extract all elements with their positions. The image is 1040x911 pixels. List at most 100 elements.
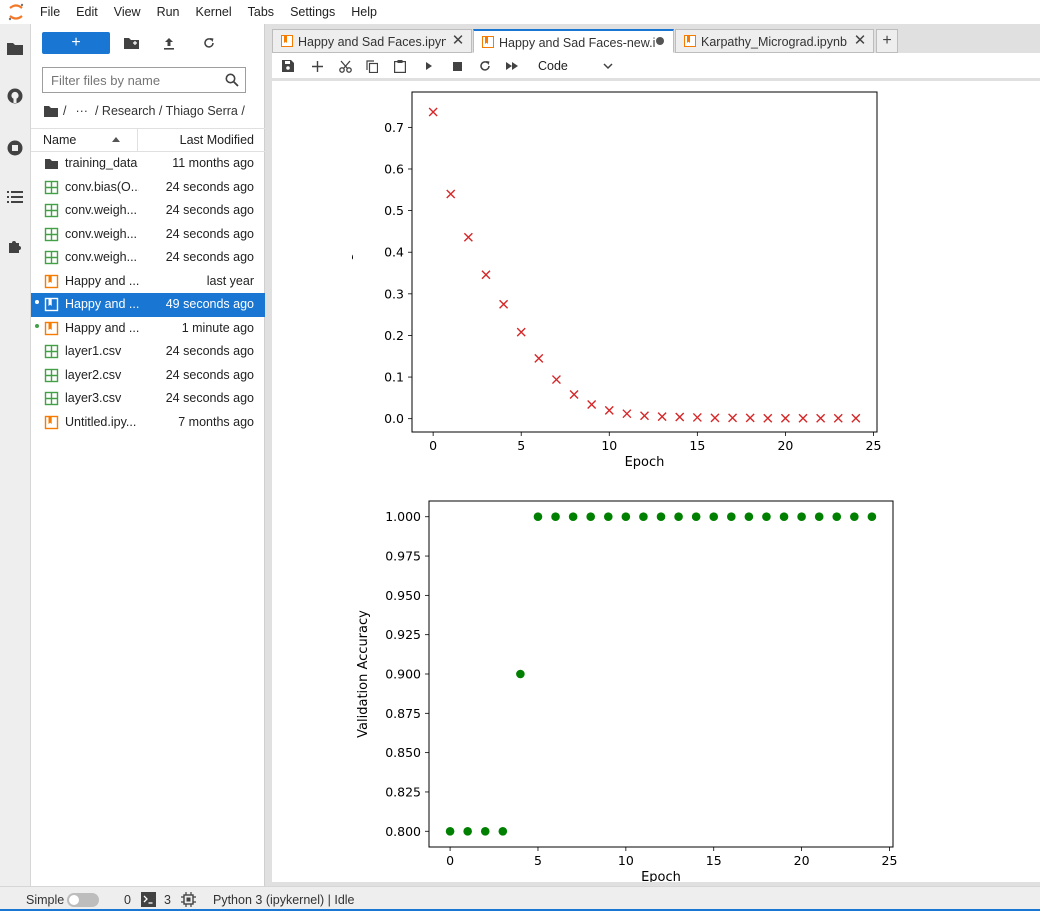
file-row[interactable]: layer1.csv 24 seconds ago: [31, 340, 265, 364]
y-tick-label: 0.0: [384, 411, 404, 426]
y-tick-label: 1.000: [385, 509, 421, 524]
menu-edit[interactable]: Edit: [68, 0, 106, 24]
restart-run-all-button[interactable]: [503, 57, 521, 75]
simple-mode-label: Simple: [26, 893, 65, 907]
file-name: layer1.csv: [65, 344, 122, 358]
x-tick-label: 5: [517, 438, 525, 453]
file-row[interactable]: Untitled.ipy... 7 months ago: [31, 411, 265, 435]
y-tick-label: 0.900: [385, 667, 421, 682]
breadcrumb-root[interactable]: /: [63, 104, 66, 118]
menu-run[interactable]: Run: [149, 0, 188, 24]
close-icon[interactable]: ✕: [451, 32, 465, 49]
menu-view[interactable]: View: [106, 0, 149, 24]
terminal-icon: [141, 892, 156, 910]
breadcrumb-ellipsis[interactable]: ···: [75, 104, 88, 118]
new-folder-button[interactable]: [120, 32, 142, 54]
save-icon: [282, 60, 294, 72]
menu-file[interactable]: File: [32, 0, 68, 24]
y-tick-label: 0.850: [385, 745, 421, 760]
menu-bar: File Edit View Run Kernel Tabs Settings …: [0, 0, 1040, 24]
y-axis-label: Training Loss: [352, 220, 354, 305]
insert-cell-button[interactable]: [308, 57, 326, 75]
kernel-status[interactable]: Python 3 (ipykernel) | Idle: [213, 893, 355, 907]
file-filter-input[interactable]: [43, 68, 219, 92]
fast-forward-icon: [505, 62, 518, 70]
file-name: Happy and ...: [65, 297, 139, 311]
data-point-circle: [797, 512, 806, 522]
y-tick-label: 0.3: [384, 286, 404, 301]
data-point-circle: [762, 512, 771, 522]
cell-type-dropdown[interactable]: Code: [533, 57, 617, 75]
file-row[interactable]: layer2.csv 24 seconds ago: [31, 364, 265, 388]
column-last-modified-header[interactable]: Last Modified: [180, 133, 254, 147]
spreadsheet-icon: [44, 368, 59, 382]
column-divider: [137, 129, 138, 151]
add-tab-button[interactable]: +: [876, 29, 898, 53]
notebook-panel[interactable]: 0 5 10 15 20 25 0.0 0.1 0.2 0.3 0.4 0.5 0.6 0.7 Epoch T…: [272, 80, 1040, 882]
menu-kernel[interactable]: Kernel: [188, 0, 240, 24]
search-icon: [225, 73, 239, 87]
menu-settings[interactable]: Settings: [282, 0, 343, 24]
folder-icon[interactable]: [5, 38, 25, 58]
tab-label: Happy and Sad Faces-new.ip: [499, 36, 655, 50]
breadcrumb-path[interactable]: / Research / Thiago Serra /: [95, 104, 245, 118]
file-browser-toolbar: +: [31, 32, 265, 54]
tab-karpathy-micrograd[interactable]: Karpathy_Micrograd.ipynb ✕: [675, 29, 874, 53]
file-row[interactable]: conv.weigh... 24 seconds ago: [31, 223, 265, 247]
home-folder-icon[interactable]: [44, 105, 58, 117]
new-launcher-button[interactable]: +: [42, 32, 110, 54]
simple-mode-toggle[interactable]: [67, 893, 99, 907]
running-kernels-icon[interactable]: [5, 138, 25, 158]
data-point-circle: [674, 512, 683, 522]
interrupt-kernel-button[interactable]: [448, 57, 466, 75]
file-row[interactable]: conv.weigh... 24 seconds ago: [31, 246, 265, 270]
paste-button[interactable]: [391, 57, 409, 75]
training-loss-chart: 0 5 10 15 20 25 0.0 0.1 0.2 0.3 0.4 0.5 0.6 0.7 Epoch T…: [352, 91, 881, 470]
file-row[interactable]: conv.weigh... 24 seconds ago: [31, 199, 265, 223]
copy-button[interactable]: [363, 57, 381, 75]
x-tick-label: 10: [601, 438, 617, 453]
tab-happy-and-sad-faces[interactable]: Happy and Sad Faces.ipynb ✕: [272, 29, 472, 53]
plus-icon: +: [882, 32, 892, 49]
data-point-circle: [445, 826, 455, 836]
x-tick-label: 20: [794, 853, 810, 868]
data-point-circle: [814, 512, 824, 522]
file-row[interactable]: conv.bias(O... 24 seconds ago: [31, 176, 265, 200]
terminal-count[interactable]: 0: [124, 893, 131, 907]
table-of-contents-icon[interactable]: [5, 187, 25, 207]
scissors-icon: [338, 60, 352, 73]
github-icon[interactable]: [5, 86, 25, 106]
data-point-circle: [463, 826, 472, 836]
file-row[interactable]: Happy and ... 1 minute ago: [31, 317, 265, 341]
restart-kernel-button[interactable]: [476, 57, 494, 75]
play-icon: [426, 62, 432, 70]
unsaved-dot-icon[interactable]: [653, 34, 667, 48]
file-row[interactable]: training_data 11 months ago: [31, 152, 265, 176]
file-row[interactable]: Happy and ... 49 seconds ago: [31, 293, 265, 317]
file-row[interactable]: Happy and ... last year: [31, 270, 265, 294]
column-name-header[interactable]: Name: [43, 133, 76, 147]
tab-happy-and-sad-faces-new[interactable]: Happy and Sad Faces-new.ip: [473, 29, 674, 53]
y-tick-label: 0.7: [384, 120, 404, 135]
save-button[interactable]: [279, 57, 297, 75]
y-tick-label: 0.1: [384, 370, 404, 385]
close-icon[interactable]: ✕: [853, 32, 867, 49]
menu-tabs[interactable]: Tabs: [240, 0, 282, 24]
upload-button[interactable]: [158, 32, 180, 54]
run-cell-button[interactable]: [420, 57, 438, 75]
file-name: Happy and ...: [65, 273, 139, 288]
file-browser-panel: + / ··· / Research / Thiago Serra / Name: [31, 24, 265, 886]
y-tick-label: 0.925: [385, 627, 421, 642]
y-tick-label: 0.4: [384, 245, 404, 260]
notebook-icon: [44, 274, 59, 288]
cut-button[interactable]: [336, 57, 354, 75]
kernel-count[interactable]: 3: [164, 893, 171, 907]
jupyter-logo-icon[interactable]: [0, 0, 32, 24]
extension-manager-icon[interactable]: [5, 236, 25, 256]
refresh-button[interactable]: [198, 32, 220, 54]
menu-help[interactable]: Help: [343, 0, 385, 24]
data-point-circle: [709, 512, 719, 522]
file-row[interactable]: layer3.csv 24 seconds ago: [31, 387, 265, 411]
data-point-circle: [516, 669, 525, 679]
file-modified: 49 seconds ago: [165, 297, 254, 311]
